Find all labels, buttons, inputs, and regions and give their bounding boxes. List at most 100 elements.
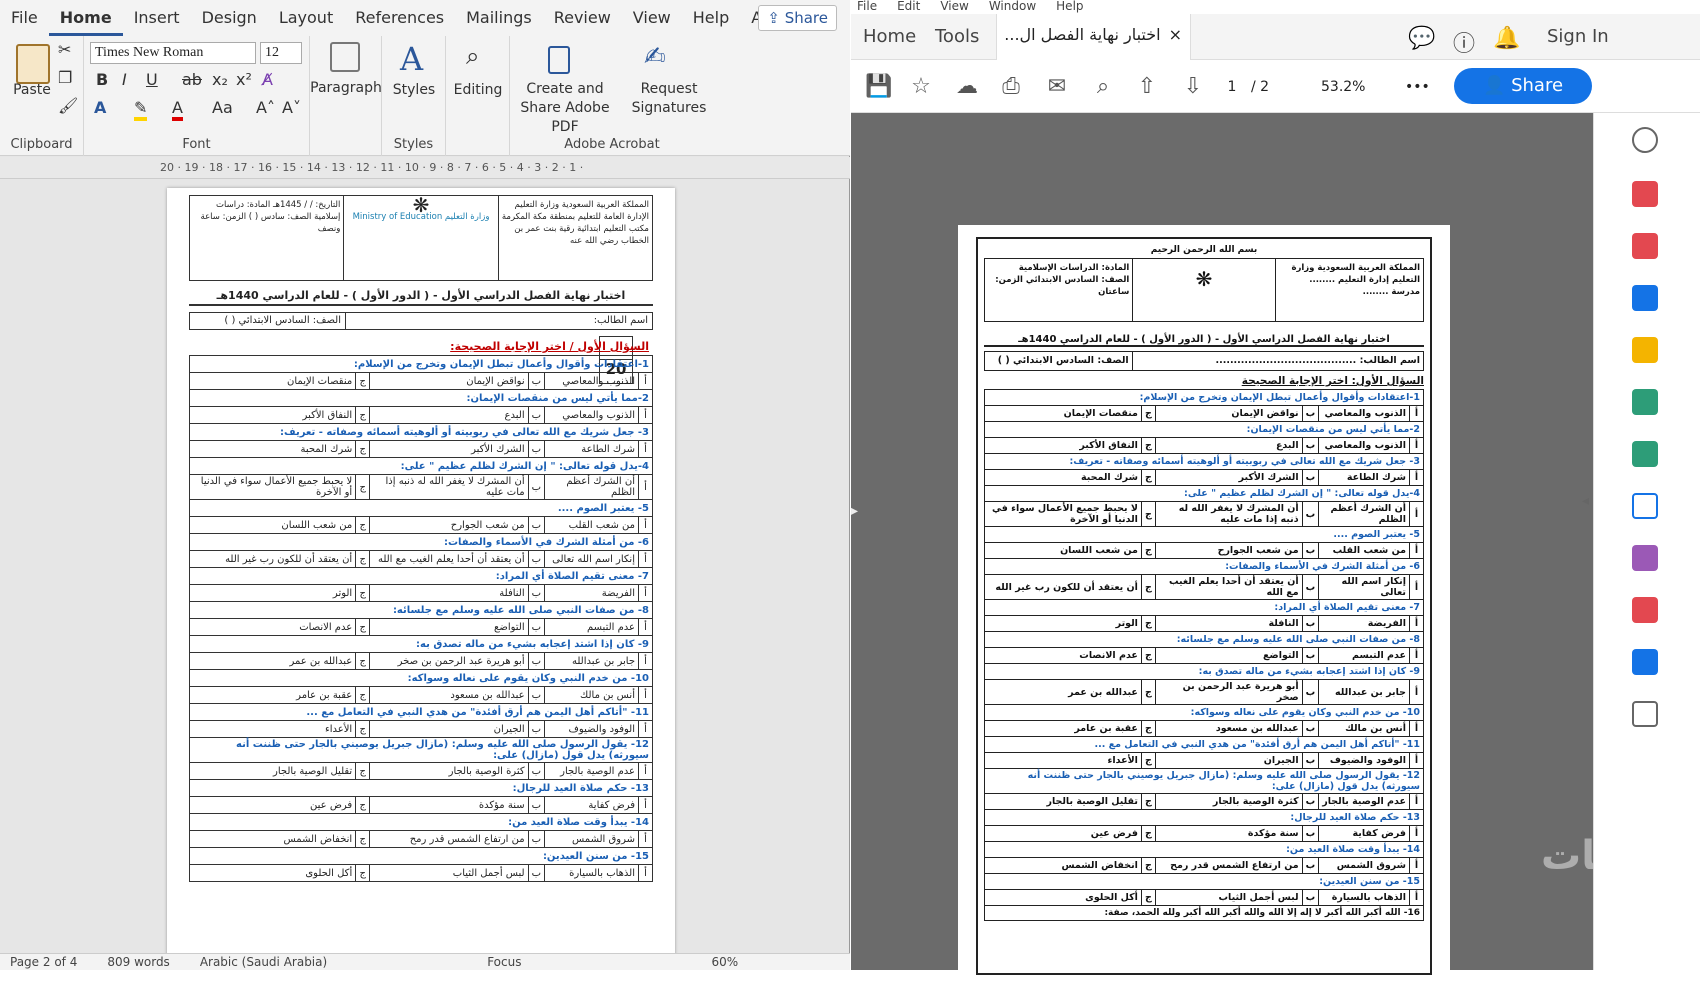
word-count[interactable]: 809 words (107, 955, 169, 969)
font-name-box[interactable]: Times New Roman (90, 42, 256, 64)
organize-pages-icon[interactable] (1632, 233, 1658, 259)
collapse-pane-icon[interactable]: ◂ (1582, 493, 1589, 509)
page-count[interactable]: Page 2 of 4 (10, 955, 77, 969)
menu-tab-review[interactable]: Review (543, 0, 622, 36)
tab-tools[interactable]: Tools (935, 26, 979, 47)
sign-in-button[interactable]: Sign In (1547, 26, 1609, 47)
font-size-box[interactable]: 12 (260, 42, 302, 64)
highlight-icon[interactable]: ✎ (134, 98, 148, 121)
question-text: 10- من خدم النبي وكان يقوم على نعاله وسو… (189, 669, 653, 687)
menu-tab-home[interactable]: Home (48, 0, 123, 36)
option-letter: أ (1409, 647, 1424, 664)
option-c: لا يحبط جميع الأعمال سواء في الدنيا أو ا… (984, 501, 1142, 527)
pdf-viewer[interactable]: بسم الله الرحمن الرحيم المملكة العربية ا… (851, 113, 1693, 985)
zoom-level[interactable]: 60% (711, 955, 738, 969)
change-case-icon[interactable]: Aa (212, 98, 233, 117)
language-indicator[interactable]: Arabic (Saudi Arabia) (200, 955, 327, 969)
menu-tab-insert[interactable]: Insert (123, 0, 191, 36)
paste-icon[interactable] (16, 44, 50, 84)
page-number-input[interactable]: 1 (1215, 75, 1249, 99)
tab-home[interactable]: Home (863, 26, 916, 47)
underline-icon[interactable]: U (146, 70, 158, 89)
more-tools-wrench-icon[interactable] (1632, 701, 1658, 727)
ruler[interactable]: 20 · 19 · 18 · 17 · 16 · 15 · 14 · 13 · … (0, 157, 850, 179)
question-row: 5- يعتبر الصوم .... (984, 526, 1424, 543)
option-letter: ب (1301, 615, 1320, 632)
styles-button[interactable]: Styles (382, 82, 446, 98)
menu-tab-file[interactable]: File (0, 0, 49, 36)
zoom-search-icon[interactable]: ⌕ (1091, 75, 1115, 99)
create-pdf-tool-icon[interactable] (1632, 181, 1658, 207)
comment-tool-icon[interactable] (1632, 337, 1658, 363)
more-tools-icon[interactable]: ••• (1405, 75, 1430, 99)
comment-icon[interactable]: 💬 (1408, 26, 1435, 51)
option-a: أنس بن مالك (544, 686, 639, 704)
clear-format-icon[interactable]: A̸ (262, 70, 273, 89)
acrobat-share-button[interactable]: 👤 Share (1454, 68, 1592, 104)
create-share-pdf-button[interactable]: Create and Share Adobe PDF (510, 80, 620, 137)
menu-tab-mailings[interactable]: Mailings (455, 0, 543, 36)
menu-tab-layout[interactable]: Layout (268, 0, 344, 36)
paragraph-button[interactable]: Paragraph (310, 80, 382, 96)
menu-tab-design[interactable]: Design (191, 0, 268, 36)
paragraph-group[interactable]: Paragraph (310, 36, 382, 156)
menu-tab-view[interactable]: View (622, 0, 682, 36)
bell-icon[interactable]: 🔔 (1493, 26, 1520, 51)
scan-ministry-logo: ❋ (1132, 259, 1274, 321)
acrobat-menu-file[interactable]: File (857, 0, 877, 14)
bold-icon[interactable]: B (96, 70, 108, 89)
pdf-page[interactable]: بسم الله الرحمن الرحيم المملكة العربية ا… (958, 225, 1450, 985)
option-letter: أ (1409, 889, 1424, 906)
save-icon[interactable]: 💾 (865, 75, 892, 99)
option-letter: أ (638, 474, 653, 500)
menu-tab-help[interactable]: Help (682, 0, 740, 36)
share-button[interactable]: ⇪ Share (758, 5, 837, 31)
acrobat-menu-view[interactable]: View (940, 0, 968, 14)
option-letter: ج (1140, 679, 1156, 705)
editing-group[interactable]: ⌕ Editing (446, 36, 510, 156)
acrobat-menu-help[interactable]: Help (1056, 0, 1083, 14)
star-icon[interactable]: ☆ (909, 75, 933, 99)
print-icon[interactable]: ⎙ (999, 75, 1023, 99)
edit-pdf-icon[interactable] (1632, 597, 1658, 623)
menu-tab-references[interactable]: References (344, 0, 455, 36)
option-letter: أ (1409, 720, 1424, 737)
protect-icon[interactable] (1632, 493, 1658, 519)
cut-icon[interactable]: ✂ (58, 40, 71, 59)
strikethrough-icon[interactable]: ab (182, 70, 202, 89)
page-up-icon[interactable]: ⇧ (1135, 75, 1159, 99)
adobe-acrobat-label: Adobe Acrobat (564, 137, 660, 152)
editing-button[interactable]: Editing (446, 82, 510, 98)
fill-sign-icon[interactable] (1632, 545, 1658, 571)
grow-font-icon[interactable]: A˄ (256, 98, 275, 117)
acrobat-menu-edit[interactable]: Edit (897, 0, 920, 14)
document-page[interactable]: المملكة العربية السعودية وزارة التعليم ا… (167, 188, 675, 958)
format-painter-icon[interactable]: 🖌 (58, 96, 78, 115)
export-pdf-icon[interactable] (1632, 285, 1658, 311)
help-icon[interactable]: ⓘ (1453, 26, 1475, 58)
paste-button[interactable]: Paste (10, 82, 54, 98)
font-color-icon[interactable]: A (172, 98, 183, 121)
close-tab-icon[interactable]: × (1169, 25, 1182, 44)
page-down-icon[interactable]: ⇩ (1181, 75, 1205, 99)
document-tab[interactable]: × اختبار نهاية الفصل ال... (996, 14, 1191, 60)
italic-icon[interactable]: I (122, 70, 127, 89)
acrobat-menu-window[interactable]: Window (989, 0, 1036, 14)
text-effects-icon[interactable]: A (94, 98, 106, 117)
request-signatures-button[interactable]: Request Signatures (626, 80, 712, 118)
styles-icon[interactable]: A (400, 40, 423, 78)
superscript-icon[interactable]: x² (236, 70, 252, 89)
email-icon[interactable]: ✉ (1045, 75, 1069, 99)
shrink-font-icon[interactable]: A˅ (282, 98, 301, 117)
combine-files-icon[interactable] (1632, 389, 1658, 415)
upload-icon[interactable]: ☁ (955, 75, 979, 99)
left-panel-toggle-icon[interactable]: ▸ (851, 503, 861, 519)
question-row: 12- يقول الرسول صلى الله عليه وسلم: (ماز… (984, 768, 1424, 794)
focus-button[interactable]: Focus (487, 955, 521, 969)
subscript-icon[interactable]: x₂ (212, 70, 228, 89)
share-tool-icon[interactable] (1632, 649, 1658, 675)
zoom-select[interactable]: 53.2% (1321, 75, 1365, 99)
copy-icon[interactable]: ❐ (58, 68, 72, 87)
print-production-icon[interactable] (1632, 441, 1658, 467)
zoom-tool-icon[interactable] (1632, 127, 1658, 153)
